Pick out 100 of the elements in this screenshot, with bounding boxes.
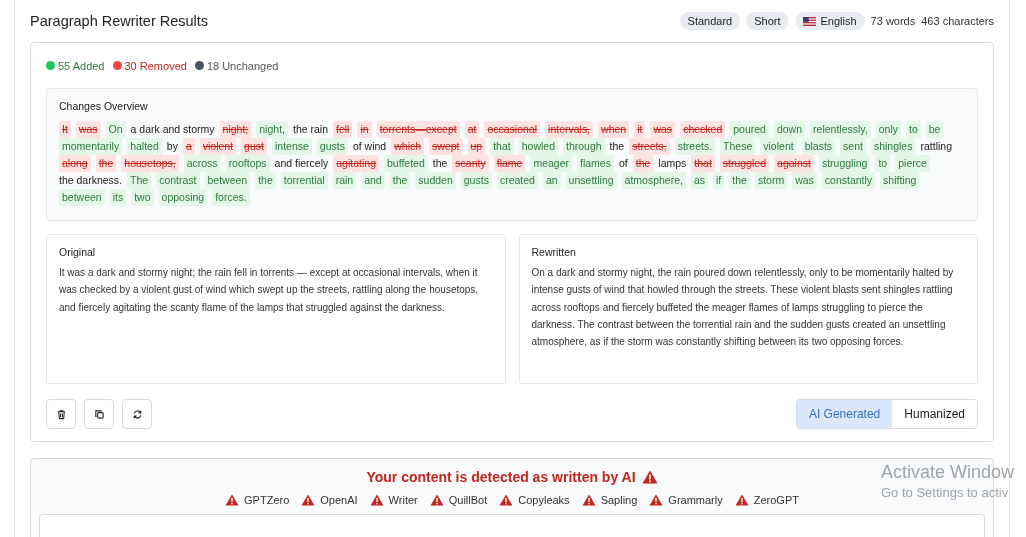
- removed-word: was: [650, 121, 676, 138]
- unchanged-text: and fiercely: [274, 156, 329, 171]
- removed-word: up: [467, 138, 486, 155]
- detector-name: Writer: [388, 494, 418, 506]
- unchanged-text: the: [609, 139, 625, 154]
- copy-button[interactable]: [84, 399, 114, 429]
- detector-name: ZeroGPT: [753, 494, 799, 506]
- added-word: atmosphere,: [621, 172, 686, 189]
- detector-name: Copyleaks: [518, 494, 570, 506]
- removed-word: torrents—except: [376, 121, 460, 138]
- added-word: that: [490, 138, 514, 155]
- added-word: blasts: [801, 138, 836, 155]
- added-word: poured: [730, 121, 769, 138]
- unchanged-text: the: [432, 156, 448, 171]
- word-count: 73 words: [870, 15, 916, 27]
- unchanged-text: of: [618, 156, 628, 171]
- removed-word: agitating: [333, 155, 379, 172]
- removed-word: checked: [680, 121, 726, 138]
- character-count: 463 characters: [921, 15, 994, 27]
- removed-word: flame: [493, 155, 526, 172]
- removed-word: against: [774, 155, 814, 172]
- warning-icon: [499, 494, 514, 506]
- refresh-button[interactable]: [122, 399, 152, 429]
- added-word: sent: [840, 138, 866, 155]
- added-word: howled: [518, 138, 558, 155]
- warning-icon: [649, 494, 664, 506]
- removed-word: which: [391, 138, 425, 155]
- added-word: the: [729, 172, 750, 189]
- mode-tab[interactable]: AI Generated: [796, 400, 893, 428]
- added-word: meager: [530, 155, 572, 172]
- removed-word: violent: [199, 138, 237, 155]
- copy-icon: [93, 408, 105, 420]
- added-word: and: [361, 172, 385, 189]
- removed-word: It: [59, 121, 71, 138]
- warning-icon: [429, 494, 444, 506]
- added-word: the: [389, 172, 411, 189]
- added-word: to: [875, 155, 891, 172]
- added-word: violent: [760, 138, 797, 155]
- added-word: On: [105, 121, 126, 138]
- added-word: an: [542, 172, 561, 189]
- added-word: between: [204, 172, 251, 189]
- removed-word: streets,: [629, 138, 670, 155]
- warning-icon: [301, 494, 316, 506]
- removed-word: when: [598, 121, 630, 138]
- removed-word: the: [632, 155, 654, 172]
- added-word: forces.: [212, 189, 250, 206]
- warning-icon: [369, 494, 384, 506]
- added-word: streets.: [674, 138, 716, 155]
- rewritten-text: On a dark and stormy night, the rain poured down relentlessly, only to be momentarily halted by intense gusts of wind that howled through the streets. These violent blasts sent shingles rattling across rooftops and fiercely buffeted the meager flames of lamps struggling to pierce the darkness. The contrast between the torrential rain and the sudden gusts created an unsettling atmosphere, as if the storm was constantly shifting between its two opposing forces.: [531, 266, 955, 350]
- detector-name: GPTZero: [244, 494, 290, 506]
- detector-name: Grammarly: [668, 494, 723, 506]
- added-word: sudden: [415, 172, 456, 189]
- removed-word: scanty: [452, 155, 489, 172]
- unchanged-text: the darkness.: [59, 173, 123, 188]
- detector-name: OpenAI: [320, 494, 358, 506]
- detector-name: QuillBot: [448, 494, 488, 506]
- option-badge: English: [794, 12, 865, 30]
- removed-word: struggled: [719, 155, 770, 172]
- option-badge: Short: [746, 12, 789, 30]
- refresh-icon: [131, 408, 143, 420]
- removed-word: at: [464, 121, 480, 138]
- added-word: shifting: [880, 172, 920, 189]
- added-word: torrential: [280, 172, 328, 189]
- added-word: gusts: [316, 138, 348, 155]
- added-word: to: [906, 121, 921, 138]
- warning-icon: [581, 494, 596, 506]
- box-title: Rewritten: [531, 246, 577, 258]
- detection-headline: Your content is detected as written by AI: [366, 469, 636, 485]
- added-word: night,: [256, 121, 288, 138]
- added-word: momentarily: [59, 138, 123, 155]
- delete-button[interactable]: [46, 399, 76, 429]
- option-badge: Standard: [679, 12, 741, 30]
- added-word: two: [131, 189, 154, 206]
- added-word: These: [720, 138, 756, 155]
- added-word: buffeted: [384, 155, 428, 172]
- added-word: created: [496, 172, 538, 189]
- warning-icon: [641, 470, 658, 484]
- added-word: its: [109, 189, 127, 206]
- removed-word: that: [691, 155, 715, 172]
- unchanged-text: rattling: [920, 139, 952, 154]
- flag-icon: [802, 16, 816, 26]
- removed-word: in: [357, 121, 372, 138]
- removed-word: a: [182, 138, 195, 155]
- legend-label: 55 Added: [58, 59, 105, 72]
- added-word: across: [183, 155, 221, 172]
- warning-icon: [734, 494, 749, 506]
- removed-word: occasional: [484, 121, 541, 138]
- added-word: only: [875, 121, 901, 138]
- box-title: Original: [59, 246, 97, 258]
- unchanged-text: of wind: [352, 139, 387, 154]
- original-text: It was a dark and stormy night; the rain fell in torrents — except at occasional intervals, when it was checked by a violent gust of wind which swept up the streets, rattling along the housetops, and fiercely agitating the scanty flame of the lamps that struggled against the darkness.: [59, 266, 480, 315]
- detector-name: Sapling: [600, 494, 638, 506]
- added-word: struggling: [818, 155, 871, 172]
- added-word: down: [773, 121, 806, 138]
- added-word: if: [713, 172, 725, 189]
- removed-word: swept: [429, 138, 463, 155]
- removed-word: the: [95, 155, 117, 172]
- added-word: constantly: [821, 172, 876, 189]
- added-word: rooftops: [225, 155, 270, 172]
- added-word: storm: [754, 172, 788, 189]
